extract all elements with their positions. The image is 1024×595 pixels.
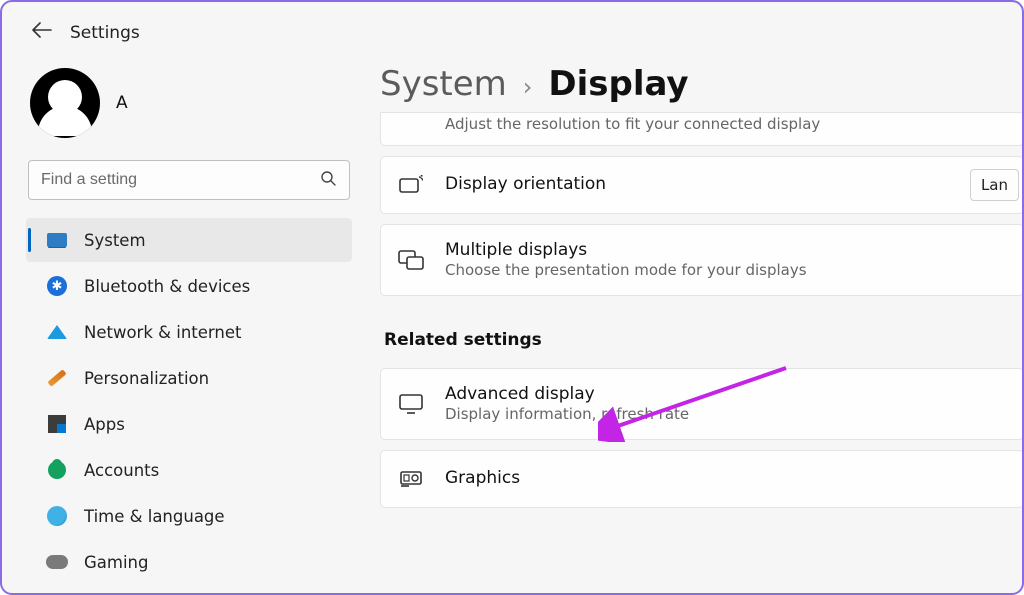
profile[interactable]: A [26, 60, 352, 156]
setting-row-graphics[interactable]: Graphics [380, 450, 1024, 508]
display-icon [46, 229, 68, 251]
globe-icon [46, 505, 68, 527]
wifi-icon [46, 321, 68, 343]
sidebar-item-apps[interactable]: Apps [26, 402, 352, 446]
breadcrumb-parent[interactable]: System [380, 64, 507, 104]
sidebar-item-label: Apps [84, 415, 125, 434]
sidebar-item-label: Accounts [84, 461, 159, 480]
sidebar-item-gaming[interactable]: Gaming [26, 540, 352, 584]
setting-title: Graphics [445, 467, 1009, 489]
sidebar-item-label: Bluetooth & devices [84, 277, 250, 296]
sidebar-item-personalization[interactable]: Personalization [26, 356, 352, 400]
chevron-right-icon: › [523, 73, 533, 101]
setting-row-resolution[interactable]: Adjust the resolution to fit your connec… [380, 112, 1024, 146]
setting-subtitle: Display information, refresh rate [445, 405, 1009, 425]
orientation-icon [395, 175, 427, 195]
section-header-related: Related settings [384, 330, 1022, 350]
breadcrumb-current: Display [548, 64, 688, 104]
paintbrush-icon [46, 367, 68, 389]
setting-title: Display orientation [445, 173, 952, 195]
multiple-displays-icon [395, 250, 427, 270]
setting-subtitle: Adjust the resolution to fit your connec… [445, 115, 1009, 135]
sidebar-item-time-language[interactable]: Time & language [26, 494, 352, 538]
setting-row-orientation[interactable]: Display orientation Lan [380, 156, 1024, 214]
gamepad-icon [46, 551, 68, 573]
sidebar-item-accounts[interactable]: Accounts [26, 448, 352, 492]
orientation-dropdown[interactable]: Lan [970, 169, 1019, 201]
monitor-icon [395, 394, 427, 414]
breadcrumb: System › Display [380, 64, 1022, 104]
sidebar-item-bluetooth[interactable]: ✱ Bluetooth & devices [26, 264, 352, 308]
sidebar-item-label: Network & internet [84, 323, 241, 342]
bluetooth-icon: ✱ [46, 275, 68, 297]
search-input[interactable] [28, 160, 350, 200]
back-button[interactable] [32, 22, 52, 43]
profile-name: A [116, 93, 128, 113]
setting-subtitle: Choose the presentation mode for your di… [445, 261, 1009, 281]
sidebar-item-label: Personalization [84, 369, 209, 388]
setting-title: Advanced display [445, 383, 1009, 405]
sidebar-item-label: Time & language [84, 507, 225, 526]
avatar [30, 68, 100, 138]
setting-row-advanced-display[interactable]: Advanced display Display information, re… [380, 368, 1024, 440]
app-title: Settings [70, 23, 140, 43]
nav: System ✱ Bluetooth & devices Network & i… [26, 218, 352, 584]
sidebar-item-label: Gaming [84, 553, 149, 572]
sidebar-item-label: System [84, 231, 146, 250]
graphics-card-icon [395, 469, 427, 489]
sidebar-item-network[interactable]: Network & internet [26, 310, 352, 354]
sidebar-item-system[interactable]: System [26, 218, 352, 262]
user-icon [46, 459, 68, 481]
setting-title: Multiple displays [445, 239, 1009, 261]
setting-row-multiple-displays[interactable]: Multiple displays Choose the presentatio… [380, 224, 1024, 296]
apps-icon [46, 413, 68, 435]
